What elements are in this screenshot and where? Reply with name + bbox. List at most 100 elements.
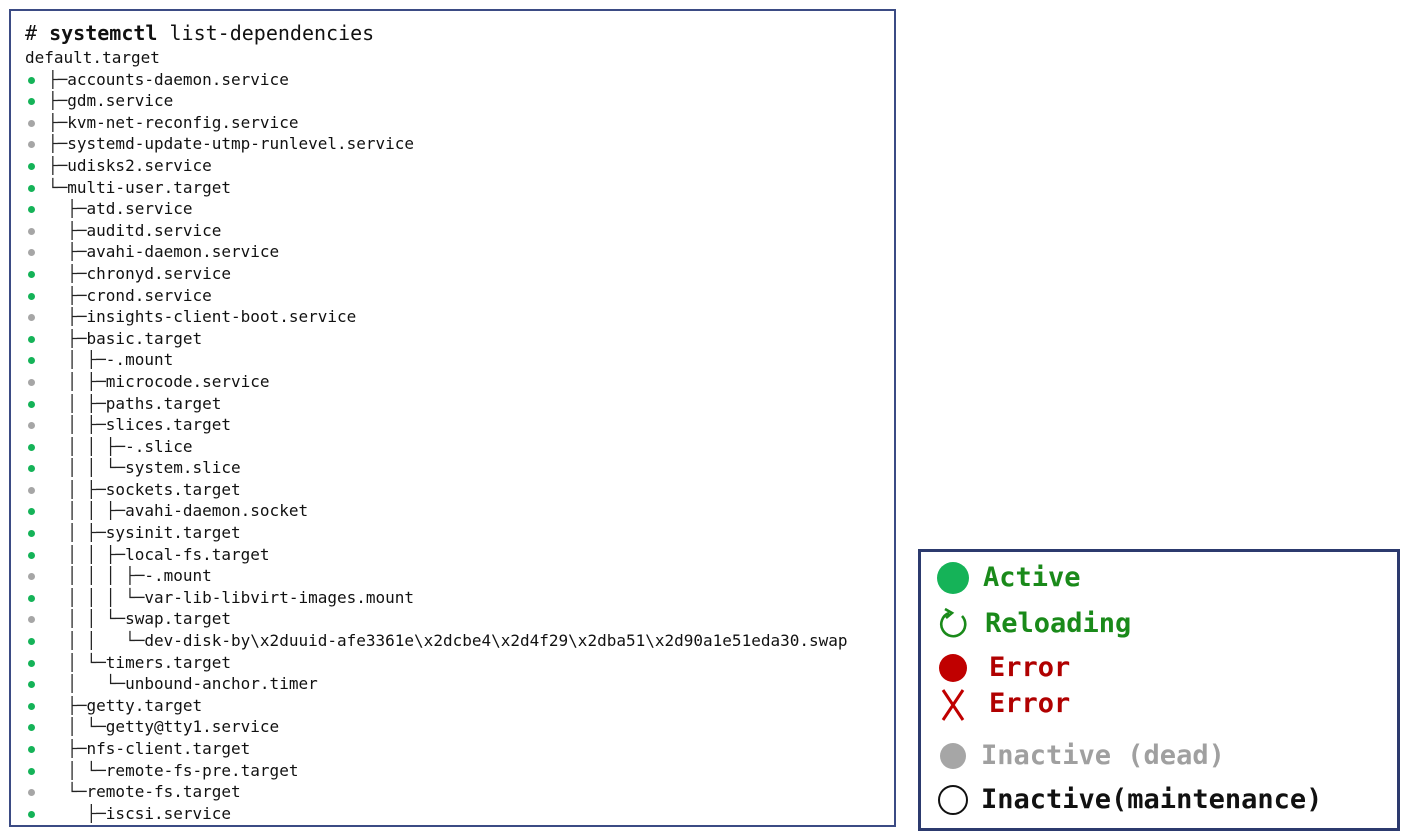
active-status-dot-icon: [28, 659, 35, 667]
tree-row-text: ├─atd.service: [48, 198, 193, 220]
active-status-dot-icon: [28, 746, 35, 753]
legend-label: Active: [983, 562, 1081, 593]
command-line: # systemctl list-dependencies: [25, 21, 374, 45]
active-status-dot-icon: [28, 638, 35, 646]
tree-branch: │ │ └─: [48, 458, 126, 478]
tree-row-text: │ │ └─dev-disk-by\x2duuid-afe3361e\x2dcb…: [48, 630, 848, 652]
tree-branch: │ ├─: [48, 479, 106, 499]
tree-row-text: ├─basic.target: [48, 328, 202, 350]
tree-row-text: │ │ ├─local-fs.target: [48, 544, 269, 566]
tree-row: │ │ └─swap.target: [25, 608, 894, 630]
tree-row: ├─gdm.service: [25, 90, 894, 112]
tree-row: ├─chronyd.service: [25, 263, 894, 285]
inactive-status-dot-icon: [28, 789, 35, 797]
unit-name: remote-fs.target: [86, 782, 241, 802]
tree-row: │ │ └─system.slice: [25, 457, 894, 479]
tree-branch: │ └─: [48, 674, 126, 694]
active-status-dot-icon: [28, 767, 35, 775]
tree-branch: ├─: [48, 739, 87, 758]
active-status-dot-icon: [28, 162, 35, 170]
tree-row: ├─systemd-update-utmp-runlevel.service: [25, 133, 894, 155]
reload-icon: [935, 606, 971, 642]
unit-name: multi-user.target: [67, 177, 232, 197]
active-status-dot-icon: [28, 551, 35, 559]
tree-branch: ├─: [48, 307, 87, 327]
unit-name: timers.target: [105, 652, 232, 672]
prompt-symbol: #: [25, 21, 38, 45]
active-status-dot-icon: [28, 594, 35, 602]
tree-branch: │ │ │ └─: [48, 587, 145, 607]
unit-name: -.mount: [105, 350, 174, 370]
unit-name: udisks2.service: [67, 155, 212, 175]
active-status-dot-icon: [28, 206, 35, 214]
active-status-dot-icon: [28, 76, 35, 84]
tree-row-text: ├─iscsi.service: [48, 803, 232, 825]
tree-row: ├─iscsi.service: [25, 803, 894, 825]
tree-branch: ├─: [48, 695, 87, 715]
tree-root: default.target: [25, 47, 894, 69]
legend-label: Inactive(maintenance): [981, 784, 1323, 815]
tree-row-text: │ │ │ └─var-lib-libvirt-images.mount: [48, 587, 414, 609]
tree-row: ├─nfs-client.target: [25, 738, 894, 760]
dependency-tree: default.target ├─accounts-daemon.service…: [25, 47, 894, 825]
unit-name: avahi-daemon.socket: [125, 501, 309, 521]
tree-branch: ├─: [48, 155, 68, 175]
tree-row-text: │ └─getty@tty1.service: [48, 716, 279, 738]
unit-name: basic.target: [86, 328, 203, 348]
tree-row-text: │ │ ├─-.slice: [48, 436, 192, 458]
tree-row: │ ├─microcode.service: [25, 371, 894, 393]
tree-row: ├─auditd.service: [25, 220, 894, 242]
inactive-status-dot-icon: [28, 616, 35, 624]
unit-name: crond.service: [86, 285, 212, 305]
unit-name: paths.target: [105, 393, 222, 413]
tree-row-text: ├─crond.service: [48, 285, 212, 307]
tree-row-text: ├─systemd-update-utmp-runlevel.service: [48, 133, 414, 155]
tree-row: │ │ ├─local-fs.target: [25, 544, 894, 566]
inactive-status-dot-icon: [28, 141, 35, 149]
tree-branch: ├─: [48, 803, 106, 823]
active-status-dot-icon: [28, 724, 35, 732]
tree-row: │ │ │ ├─-.mount: [25, 565, 894, 587]
tree-row: │ ├─paths.target: [25, 393, 894, 415]
unit-name: sockets.target: [105, 479, 241, 499]
inactive-status-dot-icon: [28, 378, 35, 386]
tree-row-text: │ │ │ ├─-.mount: [48, 565, 212, 587]
tree-branch: └─: [48, 782, 87, 802]
tree-branch: ├─: [48, 242, 87, 262]
unit-name: nfs-client.target: [86, 739, 251, 758]
unit-name: avahi-daemon.service: [86, 242, 280, 262]
active-status-dot-icon: [28, 530, 35, 538]
tree-row-text: ├─chronyd.service: [48, 263, 231, 285]
tree-row: │ ├─sysinit.target: [25, 522, 894, 544]
tree-row: │ │ ├─-.slice: [25, 436, 894, 458]
legend-label: Reloading: [985, 608, 1132, 639]
legend-label: Inactive (dead): [981, 740, 1225, 771]
active-status-dot-icon: [28, 184, 35, 192]
tree-branch: │ │ ├─: [48, 501, 126, 521]
unit-name: dev-disk-by\x2duuid-afe3361e\x2dcbe4\x2d…: [144, 631, 848, 651]
tree-row-text: ├─gdm.service: [48, 90, 173, 112]
unit-name: kvm-net-reconfig.service: [67, 112, 299, 132]
unit-name: iscsi.service: [105, 803, 232, 823]
tree-row-text: │ └─unbound-anchor.timer: [48, 673, 317, 695]
tree-row: ├─accounts-daemon.service: [25, 69, 894, 91]
tree-branch: │ ├─: [48, 350, 106, 370]
tree-branch: │ │ └─: [48, 609, 126, 629]
unit-name: swap.target: [125, 609, 232, 629]
tree-row: └─multi-user.target: [25, 177, 894, 199]
tree-row-text: ├─kvm-net-reconfig.service: [48, 112, 298, 134]
unit-name: -.mount: [144, 566, 212, 586]
terminal-window: # systemctl list-dependencies default.ta…: [9, 9, 896, 827]
green-dot-icon: [935, 560, 971, 596]
tree-branch: ├─: [48, 285, 87, 305]
tree-branch: │ │ ├─: [48, 436, 126, 456]
command-program: systemctl: [49, 21, 158, 45]
tree-branch: │ └─: [48, 652, 106, 672]
unit-name: atd.service: [86, 199, 193, 219]
hollow-dot-icon: [935, 782, 971, 818]
unit-name: gdm.service: [67, 91, 174, 111]
active-status-dot-icon: [28, 681, 35, 689]
inactive-status-dot-icon: [28, 227, 35, 235]
inactive-status-dot-icon: [28, 249, 35, 257]
tree-row-text: │ └─remote-fs-pre.target: [48, 760, 298, 782]
